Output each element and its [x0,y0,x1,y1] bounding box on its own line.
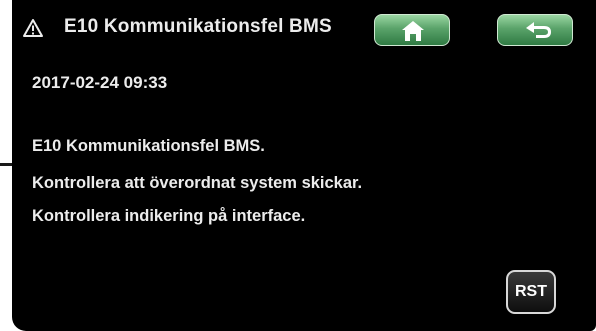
back-button[interactable] [497,14,573,46]
warning-triangle-icon [22,18,44,38]
alarm-timestamp: 2017-02-24 09:33 [32,73,168,92]
home-button[interactable] [374,14,450,46]
alarm-message-line: Kontrollera indikering på interface. [32,207,306,225]
device-frame: E10 Kommunikationsfel BMS 2017-02-24 09:… [0,0,596,331]
alarm-title: E10 Kommunikationsfel BMS [64,16,332,37]
display-screen: E10 Kommunikationsfel BMS 2017-02-24 09:… [12,0,596,331]
alarm-message-line: E10 Kommunikationsfel BMS. [32,137,265,155]
reset-button[interactable]: RST [506,270,556,314]
alarm-message-line: Kontrollera att överordnat system skicka… [32,174,363,192]
header-bar: E10 Kommunikationsfel BMS [12,0,596,50]
